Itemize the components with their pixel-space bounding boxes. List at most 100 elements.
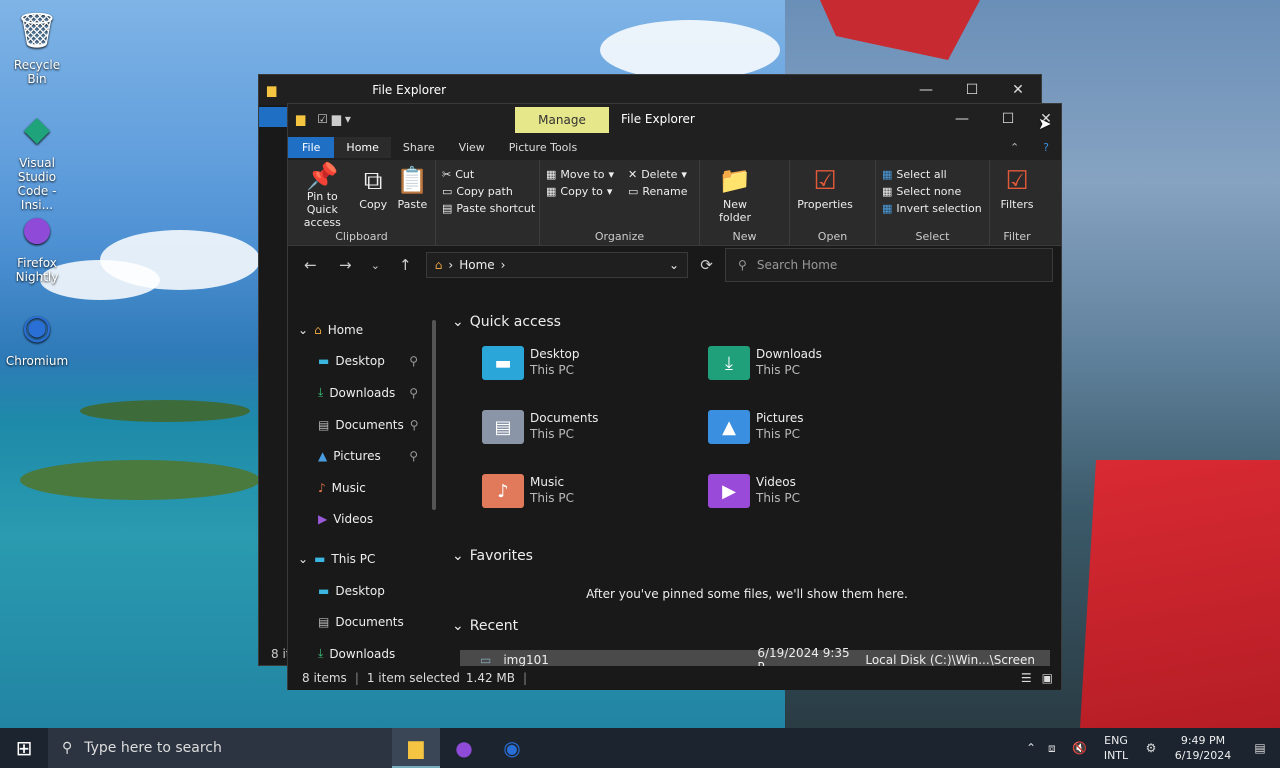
nav-quick-music[interactable]: ♪ Music <box>288 472 438 504</box>
nav-quick-desktop[interactable]: ▬ Desktop ⚲ <box>288 346 438 378</box>
paste-shortcut-button[interactable]: ▤ Paste shortcut <box>442 202 535 215</box>
up-arrow-icon[interactable]: ↑ <box>391 256 420 274</box>
qa-item-downloads[interactable]: ⤓ Downloads This PC <box>708 346 822 380</box>
nav-scrollbar[interactable] <box>432 320 436 510</box>
copy-to-button[interactable]: ▦ Copy to ▾ <box>546 185 614 198</box>
details-view-icon[interactable]: ☰ <box>1021 671 1032 685</box>
maximize-button[interactable]: ☐ <box>985 104 1031 134</box>
copy-path-label: Copy path <box>456 185 513 198</box>
back-file-tab[interactable] <box>259 107 289 127</box>
status-selected: 1 item selected <box>366 671 460 685</box>
delete-button[interactable]: ✕ Delete ▾ <box>628 168 688 181</box>
file-explorer-window[interactable]: ▆ ☑ ▆ ▾ Manage File Explorer — ☐ ✕ File … <box>287 103 1062 690</box>
address-box[interactable]: ⌂ › Home › ⌄ <box>425 252 689 278</box>
pin-label: Pin to Quick access <box>303 190 341 229</box>
nav-this-pc[interactable]: ⌄ ▬ This PC <box>288 543 438 575</box>
pictures-folder-icon: ▲ <box>708 410 750 444</box>
breadcrumb-home[interactable]: Home <box>459 258 494 272</box>
select-none-button[interactable]: ▦ Select none <box>882 185 982 198</box>
recent-label: Recent <box>469 618 519 634</box>
tab-view[interactable]: View <box>447 137 497 158</box>
favorites-header[interactable]: ⌄ Favorites <box>452 548 533 564</box>
cut-button[interactable]: ✂ Cut <box>442 168 535 181</box>
taskbar-chromium[interactable]: ◉ <box>488 728 536 768</box>
clock[interactable]: 9:49 PM 6/19/2024 <box>1166 733 1240 763</box>
nav-quick-pictures[interactable]: ▲ Pictures ⚲ <box>288 440 438 472</box>
pin-icon: ⚲ <box>409 385 418 400</box>
taskbar-firefox[interactable]: ● <box>440 728 488 768</box>
nav-quick-videos[interactable]: ▶ Videos <box>288 504 438 536</box>
nav-pc-desktop[interactable]: ▬ Desktop <box>288 575 438 607</box>
maximize-button[interactable]: ☐ <box>949 75 995 105</box>
ribbon-collapse-icon[interactable]: ⌃ <box>998 137 1031 158</box>
copy-button[interactable]: ⧉ Copy <box>357 164 390 229</box>
recent-locations-chevron-icon[interactable]: ⌄ <box>366 259 385 272</box>
quick-access-header[interactable]: ⌄ Quick access <box>452 314 561 330</box>
help-icon[interactable]: ? <box>1031 137 1061 158</box>
quick-access-toolbar-icons[interactable]: ☑ ▆ ▾ <box>317 112 351 126</box>
mouse-cursor-icon: ➤ <box>1038 114 1052 133</box>
rename-button[interactable]: ▭ Rename <box>628 185 688 198</box>
select-all-button[interactable]: ▦ Select all <box>882 168 982 181</box>
taskbar-search-box[interactable]: ⚲ Type here to search <box>48 728 392 768</box>
network-icon[interactable]: ⧈ <box>1048 741 1072 756</box>
properties-button[interactable]: ☑ Properties <box>796 164 854 229</box>
back-arrow-icon[interactable]: ← <box>296 256 325 274</box>
settings-gear-icon[interactable]: ⚙ <box>1136 741 1166 755</box>
language-indicator[interactable]: ENG INTL <box>1096 733 1136 763</box>
desktop-icon-label: Firefox Nightly <box>15 256 59 284</box>
paste-button[interactable]: 📋 Paste <box>396 164 429 229</box>
forward-arrow-icon[interactable]: → <box>331 256 360 274</box>
tab-picture-tools[interactable]: Picture Tools <box>497 137 589 158</box>
minimize-button[interactable]: — <box>903 75 949 105</box>
copy-path-button[interactable]: ▭ Copy path <box>442 185 535 198</box>
notification-icon[interactable]: ▤ <box>1240 741 1280 755</box>
chevron-down-icon: ⌄ <box>452 618 464 634</box>
large-icons-view-icon[interactable]: ▣ <box>1042 671 1053 685</box>
qa-name: Documents <box>530 411 599 425</box>
tab-home[interactable]: Home <box>334 136 391 158</box>
address-dropdown-icon[interactable]: ⌄ <box>669 258 679 272</box>
nav-quick-downloads[interactable]: ⤓ Downloads ⚲ <box>288 377 438 409</box>
nav-quick-documents[interactable]: ▤ Documents ⚲ <box>288 409 438 441</box>
titlebar[interactable]: ▆ ☑ ▆ ▾ Manage File Explorer — ☐ ✕ <box>288 104 1061 134</box>
downloads-folder-icon: ⤓ <box>708 346 750 380</box>
pin-to-quick-access-button[interactable]: 📌 Pin to Quick access <box>294 164 351 230</box>
qa-item-music[interactable]: ♪ Music This PC <box>482 474 574 508</box>
desktop-icon-chromium[interactable]: ◉ Chromium <box>4 304 70 368</box>
recent-header[interactable]: ⌄ Recent <box>452 618 518 634</box>
qa-item-videos[interactable]: ▶ Videos This PC <box>708 474 800 508</box>
filters-button[interactable]: ☑ Filters <box>996 164 1038 229</box>
refresh-icon[interactable]: ⟳ <box>694 256 719 274</box>
taskbar-file-explorer[interactable]: ▆ <box>392 728 440 768</box>
window-title: File Explorer <box>621 112 695 126</box>
nav-home[interactable]: ⌄ ⌂ Home <box>288 314 438 346</box>
file-explorer-icon: ▆ <box>408 735 424 759</box>
invert-selection-button[interactable]: ▦ Invert selection <box>882 202 982 215</box>
tab-file[interactable]: File <box>288 136 335 158</box>
qa-item-pictures[interactable]: ▲ Pictures This PC <box>708 410 804 444</box>
chevron-down-icon: ⌄ <box>298 551 309 566</box>
nav-pc-downloads[interactable]: ⤓ Downloads <box>288 638 438 670</box>
desktop-icon-vscode[interactable]: ◆ Visual Studio Code - Insi... <box>4 106 70 212</box>
volume-muted-icon[interactable]: 🔇 <box>1072 741 1096 755</box>
chevron-up-icon[interactable]: ⌃ <box>1026 741 1048 755</box>
search-input[interactable]: ⚲ Search Home <box>725 248 1053 282</box>
back-titlebar[interactable]: ▆ File Explorer — ☐ ✕ <box>259 75 1041 105</box>
minimize-button[interactable]: — <box>939 104 985 134</box>
nav-pc-documents[interactable]: ▤ Documents <box>288 606 438 638</box>
move-to-button[interactable]: ▦ Move to ▾ <box>546 168 614 181</box>
start-button[interactable]: ⊞ <box>0 728 48 768</box>
organize-group: ▦ Move to ▾ ▦ Copy to ▾ ✕ Delete ▾ ▭ Rename Org… <box>540 160 700 245</box>
qa-name: Pictures <box>756 411 804 425</box>
desktop-icon-recycle-bin[interactable]: 🗑 Recycle Bin <box>4 8 70 86</box>
close-button[interactable]: ✕ <box>995 75 1041 105</box>
desktop-icon-firefox[interactable]: ● Firefox Nightly <box>4 206 70 284</box>
tab-share[interactable]: Share <box>391 137 447 158</box>
manage-context-tab[interactable]: Manage <box>515 107 609 133</box>
nav-label: Downloads <box>329 385 396 400</box>
qa-item-desktop[interactable]: ▬ Desktop This PC <box>482 346 580 380</box>
new-folder-button[interactable]: 📁 New folder <box>706 164 764 229</box>
qa-item-documents[interactable]: ▤ Documents This PC <box>482 410 598 444</box>
chevron-down-icon: ⌄ <box>298 322 309 337</box>
